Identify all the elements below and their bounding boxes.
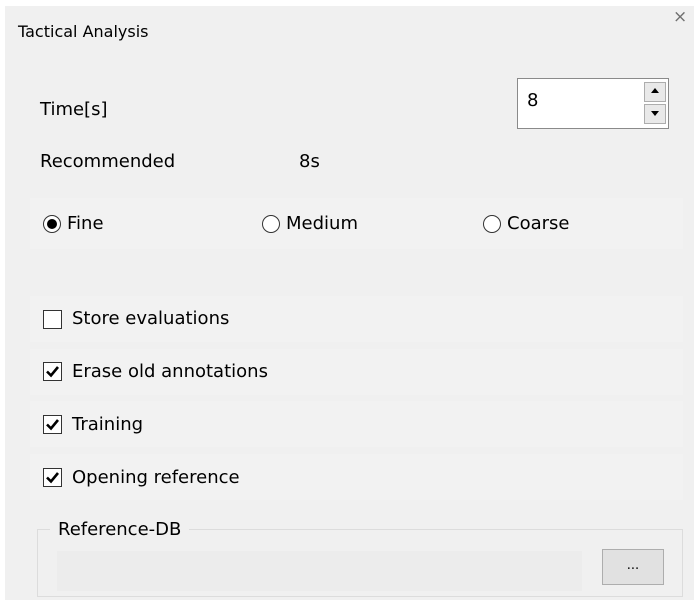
reference-db-legend: Reference-DB	[50, 519, 190, 541]
radio-fine[interactable]	[43, 215, 61, 233]
close-icon[interactable]: ×	[673, 9, 687, 26]
reference-db-path-field[interactable]	[57, 551, 582, 591]
checkmark-icon	[46, 366, 60, 378]
opening-reference-label[interactable]: Opening reference	[72, 467, 240, 489]
training-checkbox[interactable]	[43, 415, 62, 434]
opening-reference-checkbox[interactable]	[43, 468, 62, 487]
store-evaluations-checkbox[interactable]	[43, 310, 62, 329]
erase-annotations-checkbox[interactable]	[43, 362, 62, 381]
recommended-value: 8s	[299, 151, 320, 172]
radio-coarse-label[interactable]: Coarse	[507, 213, 569, 235]
spin-up-button[interactable]	[644, 82, 666, 102]
time-spinbox[interactable]: 8	[517, 78, 669, 129]
radio-medium[interactable]	[262, 215, 280, 233]
checkmark-icon	[46, 472, 60, 484]
training-label[interactable]: Training	[72, 414, 143, 436]
browse-button[interactable]: ...	[602, 549, 664, 585]
store-evaluations-label[interactable]: Store evaluations	[72, 308, 229, 330]
spin-down-button[interactable]	[644, 104, 666, 124]
time-label: Time[s]	[40, 99, 108, 120]
checkmark-icon	[46, 419, 60, 431]
spin-down-icon	[651, 111, 659, 116]
radio-fine-dot	[47, 219, 57, 229]
erase-annotations-label[interactable]: Erase old annotations	[72, 361, 268, 383]
time-value[interactable]: 8	[527, 90, 538, 111]
radio-medium-label[interactable]: Medium	[286, 213, 358, 235]
radio-coarse[interactable]	[483, 215, 501, 233]
recommended-label: Recommended	[40, 151, 176, 172]
dialog-title: Tactical Analysis	[18, 22, 149, 41]
spin-up-icon	[651, 88, 659, 93]
radio-fine-label[interactable]: Fine	[67, 213, 104, 235]
